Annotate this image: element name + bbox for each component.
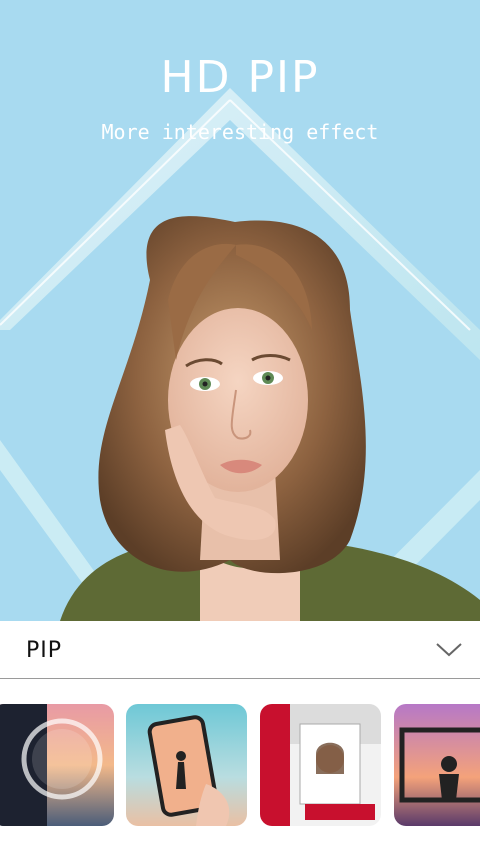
section-header: PIP [0,621,480,679]
hero-title: HD PIP [160,52,320,103]
thumbnail-frame-sunset[interactable] [394,704,480,826]
hero-subtitle: More interesting effect [101,120,379,144]
thumbnail-magazine-portrait[interactable] [260,704,381,826]
section-title: PIP [26,638,63,663]
chevron-down-icon [436,643,462,657]
hero-banner: HD PIP More interesting effect [0,0,480,621]
collapse-toggle-button[interactable] [432,635,466,665]
effect-carousel[interactable] [0,680,480,853]
thumbnail-phone-silhouette[interactable] [126,704,247,826]
thumbnail-bubble-sunset[interactable] [0,704,114,826]
